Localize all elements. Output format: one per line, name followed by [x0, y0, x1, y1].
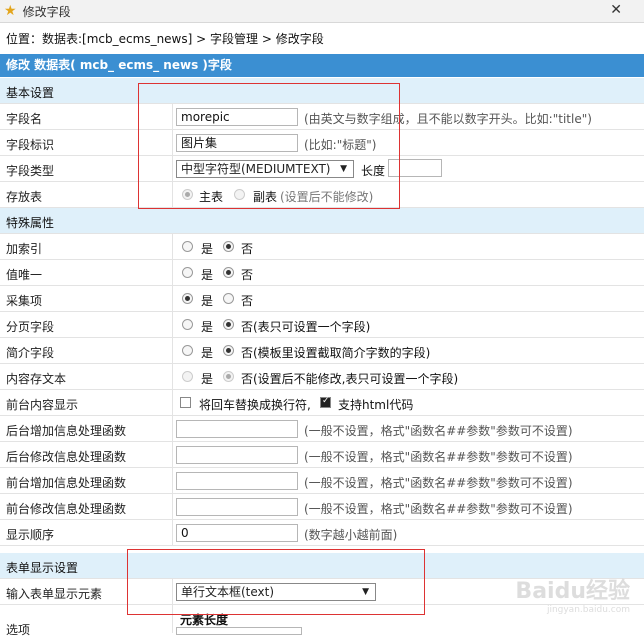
element-length-input[interactable]	[176, 627, 302, 635]
collect-no-radio[interactable]	[223, 293, 234, 304]
savetxt-yes-radio[interactable]	[182, 371, 193, 382]
options-label: 选项	[6, 623, 31, 637]
unique-yes-radio[interactable]	[182, 267, 193, 278]
row-order: 显示顺序 0 (数字越小越前面)	[0, 520, 644, 546]
unique-no-label: 否	[241, 268, 254, 282]
row-unique: 值唯一 是 否	[0, 260, 644, 286]
close-icon[interactable]: ✕	[610, 2, 622, 18]
backadd-label: 后台增加信息处理函数	[6, 424, 127, 438]
window-titlebar: ★ 修改字段 ✕	[0, 0, 644, 23]
breadcrumb-sep: >	[258, 32, 276, 46]
row-backadd: 后台增加信息处理函数 (一般不设置，格式"函数名##参数"参数可不设置)	[0, 416, 644, 442]
section-title: 特殊属性	[6, 216, 55, 230]
row-frontshow: 前台内容显示 将回车替换成换行符, 支持html代码	[0, 390, 644, 416]
form-header: 修改 数据表( mcb_ ecms_ news )字段	[0, 54, 644, 77]
collect-no-label: 否	[241, 294, 254, 308]
breadcrumb-manage-link[interactable]: 字段管理	[210, 32, 258, 46]
row-paging: 分页字段 是 否(表只可设置一个字段)	[0, 312, 644, 338]
collect-label: 采集项	[6, 294, 43, 308]
breadcrumb: 位置：数据表:[mcb_ecms_news] > 字段管理 > 修改字段	[6, 30, 324, 47]
frontedit-input[interactable]	[176, 498, 298, 516]
row-intro: 简介字段 是 否(模板里设置截取简介字数的字段)	[0, 338, 644, 364]
row-backedit: 后台修改信息处理函数 (一般不设置，格式"函数名##参数"参数可不设置)	[0, 442, 644, 468]
paging-yes-radio[interactable]	[182, 319, 193, 330]
star-icon: ★	[4, 3, 17, 19]
savetxt-label: 内容存文本	[6, 372, 67, 386]
collect-yes-label: 是	[201, 294, 214, 308]
frontadd-label: 前台增加信息处理函数	[6, 476, 127, 490]
backedit-input[interactable]	[176, 446, 298, 464]
frontadd-hint: (一般不设置，格式"函数名##参数"参数可不设置)	[304, 476, 573, 490]
intro-yes-label: 是	[201, 346, 214, 360]
backedit-label: 后台修改信息处理函数	[6, 450, 127, 464]
unique-yes-label: 是	[201, 268, 214, 282]
index-yes-label: 是	[201, 242, 214, 256]
backadd-input[interactable]	[176, 420, 298, 438]
index-yes-radio[interactable]	[182, 241, 193, 252]
field-name-label: 字段名	[6, 112, 43, 126]
section-special: 特殊属性	[0, 208, 644, 234]
savetxt-yes-label: 是	[201, 372, 214, 386]
backedit-hint: (一般不设置，格式"函数名##参数"参数可不设置)	[304, 450, 573, 464]
order-label: 显示顺序	[6, 528, 55, 542]
row-collect: 采集项 是 否	[0, 286, 644, 312]
element-label: 输入表单显示元素	[6, 587, 103, 601]
paging-yes-label: 是	[201, 320, 214, 334]
breadcrumb-prefix: 位置：	[6, 32, 43, 46]
row-frontedit: 前台修改信息处理函数 (一般不设置，格式"函数名##参数"参数可不设置)	[0, 494, 644, 520]
paging-no-radio[interactable]	[223, 319, 234, 330]
intro-no-radio[interactable]	[223, 345, 234, 356]
watermark-sub: jingyan.baidu.com	[546, 605, 630, 615]
paging-label: 分页字段	[6, 320, 55, 334]
store-label: 存放表	[6, 190, 43, 204]
collect-yes-radio[interactable]	[182, 293, 193, 304]
breadcrumb-current: 修改字段	[275, 32, 324, 46]
nl2br-label: 将回车替换成换行符,	[199, 398, 311, 412]
intro-yes-radio[interactable]	[182, 345, 193, 356]
paging-no-label: 否(表只可设置一个字段)	[241, 320, 371, 334]
field-ident-label: 字段标识	[6, 138, 55, 152]
frontadd-input[interactable]	[176, 472, 298, 490]
unique-no-radio[interactable]	[223, 267, 234, 278]
intro-label: 简介字段	[6, 346, 55, 360]
html-checkbox[interactable]	[320, 396, 331, 408]
breadcrumb-sep: >	[192, 32, 210, 46]
backadd-hint: (一般不设置，格式"函数名##参数"参数可不设置)	[304, 424, 573, 438]
field-type-label: 字段类型	[6, 164, 55, 178]
frontshow-label: 前台内容显示	[6, 398, 79, 412]
order-hint: (数字越小越前面)	[304, 528, 398, 542]
section-title: 表单显示设置	[6, 561, 79, 575]
savetxt-no-label: 否(设置后不能修改,表只可设置一个字段)	[241, 372, 459, 386]
row-savetxt: 内容存文本 是 否(设置后不能修改,表只可设置一个字段)	[0, 364, 644, 390]
watermark-text: Baidu经验	[515, 579, 630, 604]
order-input[interactable]: 0	[176, 524, 298, 542]
watermark: Baidu经验 jingyan.baidu.com	[515, 573, 630, 615]
intro-no-label: 否(模板里设置截取简介字数的字段)	[241, 346, 431, 360]
savetxt-no-radio[interactable]	[223, 371, 234, 382]
frontedit-hint: (一般不设置，格式"函数名##参数"参数可不设置)	[304, 502, 573, 516]
index-label: 加索引	[6, 242, 43, 256]
window-title: 修改字段	[22, 4, 71, 19]
row-frontadd: 前台增加信息处理函数 (一般不设置，格式"函数名##参数"参数可不设置)	[0, 468, 644, 494]
index-no-radio[interactable]	[223, 241, 234, 252]
highlight-box	[127, 549, 425, 615]
highlight-box	[138, 83, 400, 209]
index-no-label: 否	[241, 242, 254, 256]
nl2br-checkbox[interactable]	[180, 397, 191, 408]
breadcrumb-table-link[interactable]: 数据表:[mcb_ecms_news]	[42, 32, 192, 46]
row-index: 加索引 是 否	[0, 234, 644, 260]
html-label: 支持html代码	[338, 398, 414, 412]
section-title: 基本设置	[6, 86, 55, 100]
unique-label: 值唯一	[6, 268, 43, 282]
frontedit-label: 前台修改信息处理函数	[6, 502, 127, 516]
